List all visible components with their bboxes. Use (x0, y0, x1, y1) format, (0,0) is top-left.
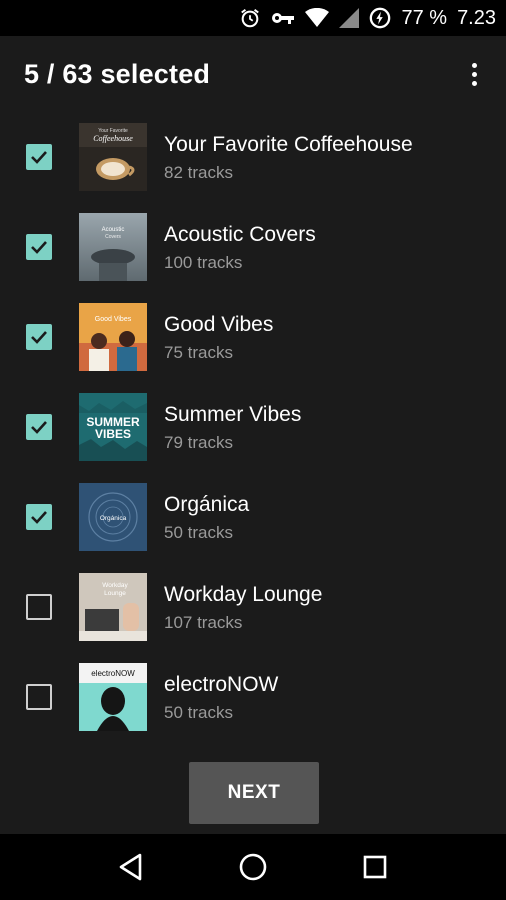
playlist-track-count: 50 tracks (164, 523, 233, 542)
svg-text:Coffeehouse: Coffeehouse (93, 134, 133, 143)
signal-icon (339, 8, 360, 28)
playlist-track-count: 50 tracks (164, 703, 233, 722)
checkbox-checked[interactable] (26, 414, 52, 440)
next-button[interactable]: NEXT (189, 762, 319, 824)
app-screen: 5 / 63 selected Your Favorite Coffeehous… (0, 36, 506, 834)
playlist-row[interactable]: Good Vibes Good Vibes 75 tracks (0, 292, 506, 382)
home-icon[interactable] (233, 847, 273, 887)
playlist-cover-image: electroNOW (79, 663, 147, 731)
battery-charging-icon (369, 7, 391, 29)
playlist-cover-image: Good Vibes (79, 303, 147, 371)
battery-percentage: 77 % (401, 6, 448, 29)
system-nav-bar (0, 834, 506, 900)
playlist-row[interactable]: Workday Lounge Workday Lounge 107 tracks (0, 562, 506, 652)
app-header: 5 / 63 selected (0, 36, 506, 112)
playlist-cover-image: SUMMER VIBES (79, 393, 147, 461)
svg-text:Covers: Covers (105, 234, 121, 240)
playlist-cover-image: Workday Lounge (79, 573, 147, 641)
wifi-icon (305, 8, 330, 28)
checkbox-checked[interactable] (26, 144, 52, 170)
playlist-row[interactable]: Orgánica Orgánica 50 tracks (0, 472, 506, 562)
status-bar: 77 % 7.23 (0, 0, 506, 36)
svg-text:Acoustic: Acoustic (102, 227, 125, 233)
svg-text:Orgánica: Orgánica (100, 515, 127, 522)
alarm-icon (239, 7, 261, 29)
playlist-track-count: 107 tracks (164, 613, 243, 632)
playlist-track-count: 79 tracks (164, 433, 233, 452)
playlist-title: Summer Vibes (164, 403, 302, 426)
playlist-track-count: 75 tracks (164, 343, 233, 362)
checkbox-checked[interactable] (26, 504, 52, 530)
playlist-row[interactable]: SUMMER VIBES Summer Vibes 79 tracks (0, 382, 506, 472)
playlist-cover-image: Your Favorite Coffeehouse (79, 123, 147, 191)
svg-text:Workday: Workday (102, 582, 128, 589)
clock: 7.23 (457, 6, 496, 29)
playlist-track-count: 82 tracks (164, 163, 233, 182)
playlist-row[interactable]: Acoustic Covers Acoustic Covers 100 trac… (0, 202, 506, 292)
playlist-row[interactable]: Your Favorite Coffeehouse Your Favorite … (0, 112, 506, 202)
back-icon[interactable] (111, 847, 151, 887)
selection-count-title: 5 / 63 selected (24, 58, 211, 89)
svg-text:electroNOW: electroNOW (91, 669, 135, 678)
playlist-cover-image: Orgánica (79, 483, 147, 551)
playlist-title: Acoustic Covers (164, 223, 316, 246)
playlist-title: Workday Lounge (164, 583, 323, 606)
checkbox-checked[interactable] (26, 324, 52, 350)
playlist-title: Orgánica (164, 493, 250, 516)
svg-text:VIBES: VIBES (95, 427, 131, 441)
playlist-cover-image: Acoustic Covers (79, 213, 147, 281)
key-icon (271, 9, 295, 27)
checkbox-checked[interactable] (26, 234, 52, 260)
playlist-title: Your Favorite Coffeehouse (164, 133, 413, 156)
checkbox-unchecked[interactable] (26, 684, 52, 710)
svg-text:Lounge: Lounge (104, 590, 126, 597)
checkbox-unchecked[interactable] (26, 594, 52, 620)
svg-text:Good Vibes: Good Vibes (95, 316, 132, 323)
playlist-title: electroNOW (164, 673, 279, 696)
playlist-title: Good Vibes (164, 313, 274, 336)
more-vert-icon[interactable] (462, 54, 486, 94)
playlist-row[interactable]: electroNOW electroNOW 50 tracks (0, 652, 506, 742)
playlist-track-count: 100 tracks (164, 253, 243, 272)
recents-icon[interactable] (355, 847, 395, 887)
